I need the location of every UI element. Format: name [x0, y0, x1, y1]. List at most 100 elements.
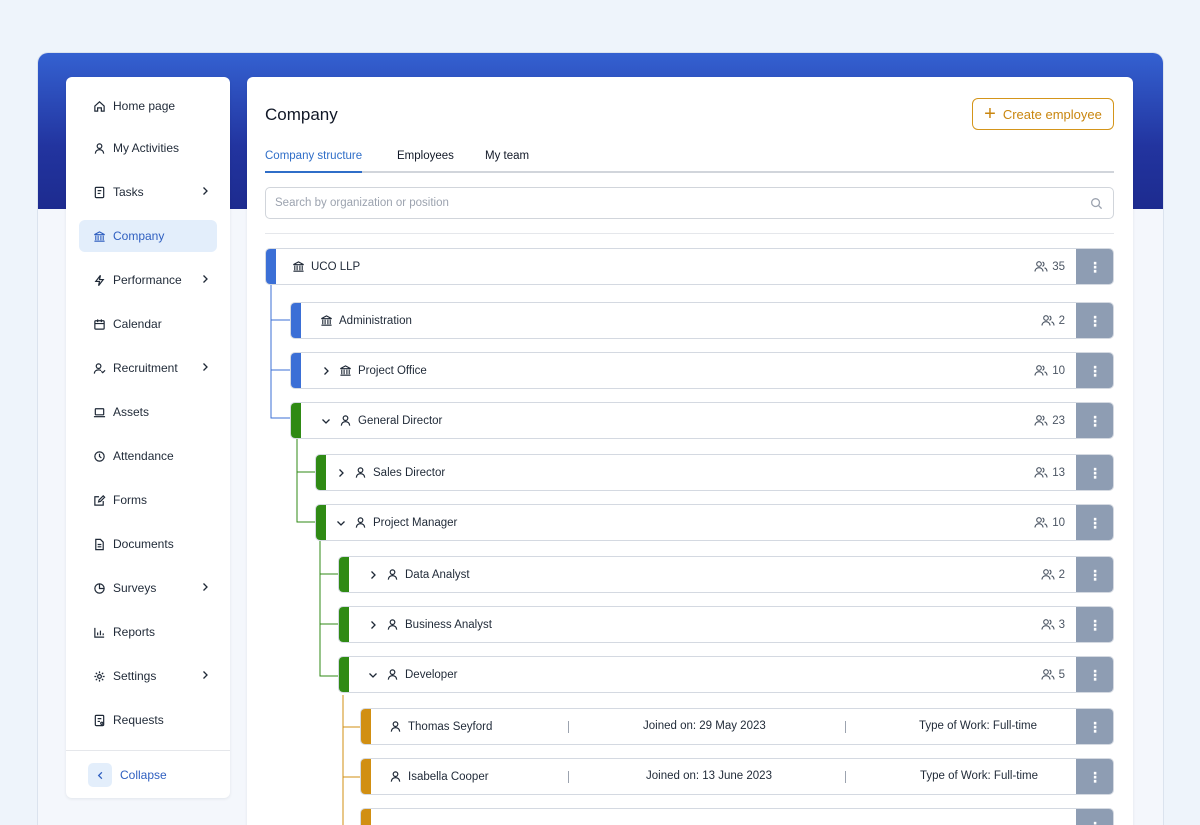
employee-name: Thomas Seyford: [389, 720, 492, 733]
org-node-project-office[interactable]: Project Office 10 ⋮: [290, 352, 1114, 389]
more-options-button[interactable]: ⋮: [1076, 557, 1113, 592]
user-icon: [355, 467, 366, 478]
chevron-right-icon[interactable]: [368, 620, 378, 630]
chevron-right-icon: [203, 363, 208, 371]
kebab-icon: ⋮: [1088, 616, 1102, 633]
separator: [845, 721, 846, 733]
sidebar-item-label: Requests: [113, 713, 164, 727]
position-node-project-manager[interactable]: Project Manager 10 ⋮: [315, 504, 1114, 541]
node-label: Developer: [386, 668, 457, 681]
more-options-button[interactable]: ⋮: [1076, 455, 1113, 490]
sidebar-item-documents[interactable]: Documents: [79, 528, 217, 560]
employee-row-thomas-seyford[interactable]: Thomas Seyford Joined on: 29 May 2023 Ty…: [360, 708, 1114, 745]
position-node-developer[interactable]: Developer 5 ⋮: [338, 656, 1114, 693]
chevron-down-icon[interactable]: [368, 670, 378, 680]
kebab-icon: ⋮: [1088, 666, 1102, 683]
users-icon: [1034, 365, 1048, 376]
chevron-right-icon[interactable]: [321, 366, 331, 376]
collapse-button[interactable]: Collapse: [88, 762, 167, 788]
employee-row-isabella-cooper[interactable]: Isabella Cooper Joined on: 13 June 2023 …: [360, 758, 1114, 795]
sidebar-item-requests[interactable]: Requests: [79, 704, 217, 736]
document-icon: [92, 537, 106, 551]
sidebar-item-label: Company: [113, 229, 165, 243]
node-name: Sales Director: [373, 466, 446, 479]
sidebar-item-calendar[interactable]: Calendar: [79, 308, 217, 340]
kebab-icon: ⋮: [1088, 820, 1102, 825]
work-type: Type of Work: Full-time: [919, 720, 1038, 732]
sidebar-item-label: Reports: [113, 625, 156, 639]
tab-company-structure[interactable]: Company structure: [265, 150, 363, 173]
sidebar-item-company[interactable]: Company: [79, 220, 217, 252]
collapse-label: Collapse: [120, 768, 167, 782]
page-title: Company: [265, 105, 338, 124]
node-accent: [339, 657, 349, 692]
create-employee-button[interactable]: + Create employee: [972, 98, 1114, 130]
node-label: Project Office: [339, 364, 427, 377]
chevron-right-icon[interactable]: [336, 468, 346, 478]
sidebar-item-label: Surveys: [113, 581, 157, 595]
sidebar-item-label: Assets: [113, 405, 150, 419]
sidebar-item-home[interactable]: Home page: [79, 90, 217, 122]
chevron-down-icon[interactable]: [336, 518, 346, 528]
more-options-button[interactable]: ⋮: [1076, 303, 1113, 338]
more-options-button[interactable]: ⋮: [1076, 809, 1113, 825]
users-icon: [1034, 467, 1048, 478]
member-count: 35: [1034, 260, 1065, 273]
org-node-uco-llp[interactable]: UCO LLP 35 ⋮: [265, 248, 1114, 285]
sidebar-item-performance[interactable]: Performance: [79, 264, 217, 296]
sidebar-item-settings[interactable]: Settings: [79, 660, 217, 692]
position-node-sales-director[interactable]: Sales Director 13 ⋮: [315, 454, 1114, 491]
users-icon: [1041, 315, 1055, 326]
node-name: Project Manager: [373, 516, 458, 529]
sidebar-item-recruitment[interactable]: Recruitment: [79, 352, 217, 384]
sidebar-item-reports[interactable]: Reports: [79, 616, 217, 648]
bar-chart-icon: [92, 625, 106, 639]
sidebar-item-label: Tasks: [113, 185, 144, 199]
sidebar-item-attendance[interactable]: Attendance: [79, 440, 217, 472]
sidebar-item-forms[interactable]: Forms: [79, 484, 217, 516]
search-input[interactable]: [266, 188, 1066, 218]
position-node-business-analyst[interactable]: Business Analyst 3 ⋮: [338, 606, 1114, 643]
sidebar-item-my-activities[interactable]: My Activities: [79, 132, 217, 164]
chevron-down-icon[interactable]: [321, 416, 331, 426]
node-name: Developer: [405, 668, 458, 681]
more-options-button[interactable]: ⋮: [1076, 403, 1113, 438]
node-accent: [339, 557, 349, 592]
pie-icon: [92, 581, 106, 595]
kebab-icon: ⋮: [1088, 362, 1102, 379]
more-options-button[interactable]: ⋮: [1076, 709, 1113, 744]
more-options-button[interactable]: ⋮: [1076, 505, 1113, 540]
position-node-general-director[interactable]: General Director 23 ⋮: [290, 402, 1114, 439]
member-count: 5: [1041, 668, 1065, 681]
more-options-button[interactable]: ⋮: [1076, 759, 1113, 794]
edit-icon: [92, 493, 106, 507]
more-options-button[interactable]: ⋮: [1076, 657, 1113, 692]
plus-icon: +: [984, 103, 996, 125]
sidebar-item-assets[interactable]: Assets: [79, 396, 217, 428]
node-name: Data Analyst: [405, 568, 470, 581]
node-label: Sales Director: [354, 466, 445, 479]
tab-employees[interactable]: Employees: [397, 150, 454, 173]
sidebar-item-surveys[interactable]: Surveys: [79, 572, 217, 604]
kebab-icon: ⋮: [1088, 312, 1102, 329]
more-options-button[interactable]: ⋮: [1076, 353, 1113, 388]
users-icon: [1034, 261, 1048, 272]
search-field[interactable]: [265, 187, 1114, 219]
bolt-icon: [92, 273, 106, 287]
more-options-button[interactable]: ⋮: [1076, 607, 1113, 642]
work-type: Type of Work: Full-time: [920, 770, 1039, 782]
employee-name: Isabella Cooper: [389, 770, 489, 783]
sidebar-item-tasks[interactable]: Tasks: [79, 176, 217, 208]
position-node-data-analyst[interactable]: Data Analyst 2 ⋮: [338, 556, 1114, 593]
employee-row-partial[interactable]: ⋮: [360, 808, 1114, 825]
tab-my-team[interactable]: My team: [485, 150, 529, 173]
member-count-value: 2: [1058, 568, 1065, 581]
node-accent: [339, 607, 349, 642]
org-node-administration[interactable]: Administration 2 ⋮: [290, 302, 1114, 339]
clock-icon: [92, 449, 106, 463]
users-icon: [1041, 669, 1055, 680]
chevron-right-icon[interactable]: [368, 570, 378, 580]
tasks-icon: [92, 185, 106, 199]
sidebar-item-label: Documents: [113, 537, 174, 551]
more-options-button[interactable]: ⋮: [1076, 249, 1113, 284]
